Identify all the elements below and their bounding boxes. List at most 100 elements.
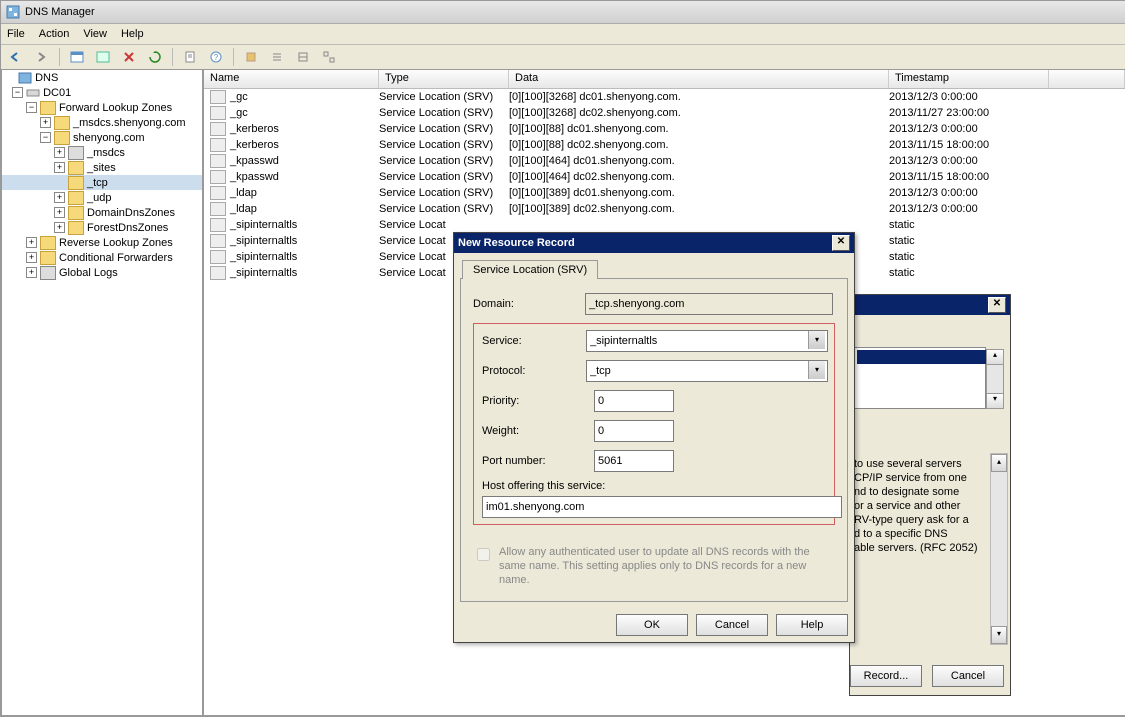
tree-gl[interactable]: +Global Logs bbox=[2, 265, 202, 280]
bg-listbox-scrollbar[interactable]: ▴ ▾ bbox=[986, 349, 1004, 409]
help-icon[interactable]: ? bbox=[205, 46, 227, 68]
chevron-down-icon[interactable]: ▾ bbox=[808, 331, 825, 349]
tree-sites[interactable]: +_sites bbox=[2, 160, 202, 175]
record-icon bbox=[210, 90, 226, 104]
weight-field[interactable] bbox=[594, 420, 674, 442]
bg-listbox[interactable] bbox=[854, 347, 986, 409]
ok-button[interactable]: OK bbox=[616, 614, 688, 636]
back-button[interactable] bbox=[5, 46, 27, 68]
table-row[interactable]: _sipinternaltlsService Locatstatic bbox=[204, 217, 1125, 233]
cell-name: _gc bbox=[230, 107, 248, 119]
record-icon bbox=[210, 138, 226, 152]
table-row[interactable]: _ldapService Location (SRV)[0][100][389]… bbox=[204, 201, 1125, 217]
close-icon[interactable]: ✕ bbox=[832, 235, 850, 251]
cell-name: _kerberos bbox=[230, 123, 279, 135]
properties-icon[interactable] bbox=[179, 46, 201, 68]
service-field[interactable] bbox=[586, 330, 828, 352]
help-button[interactable]: Help bbox=[776, 614, 848, 636]
dialog-title: New Resource Record bbox=[458, 237, 575, 249]
new-window-icon[interactable] bbox=[66, 46, 88, 68]
cell-timestamp: 2013/12/3 0:00:00 bbox=[889, 203, 1049, 215]
tree-msdcs[interactable]: +_msdcs bbox=[2, 145, 202, 160]
menubar: File Action View Help bbox=[1, 24, 1125, 45]
menu-help[interactable]: Help bbox=[121, 28, 144, 40]
tree-root-dns[interactable]: DNS bbox=[2, 70, 202, 85]
host-field[interactable] bbox=[482, 496, 842, 518]
titlebar: DNS Manager bbox=[1, 1, 1125, 24]
forward-button[interactable] bbox=[31, 46, 53, 68]
refresh-icon[interactable] bbox=[144, 46, 166, 68]
bg-dialog-titlebar: ✕ bbox=[850, 295, 1010, 315]
tree-tcp[interactable]: _tcp bbox=[2, 175, 202, 190]
dialog-titlebar[interactable]: New Resource Record ✕ bbox=[454, 233, 854, 253]
menu-file[interactable]: File bbox=[7, 28, 25, 40]
col-name[interactable]: Name bbox=[204, 70, 379, 88]
col-data[interactable]: Data bbox=[509, 70, 889, 88]
cell-name: _gc bbox=[230, 91, 248, 103]
record-icon bbox=[210, 186, 226, 200]
priority-field[interactable] bbox=[594, 390, 674, 412]
bg-desc-scrollbar[interactable]: ▴ ▾ bbox=[990, 453, 1008, 645]
close-icon[interactable]: ✕ bbox=[988, 297, 1006, 313]
record-icon bbox=[210, 154, 226, 168]
tree-server[interactable]: − DC01 bbox=[2, 85, 202, 100]
bg-selected-row[interactable] bbox=[857, 350, 987, 364]
service-combo[interactable]: ▾ bbox=[586, 330, 826, 352]
cell-type: Service Location (SRV) bbox=[379, 203, 509, 215]
record-type-dialog: ✕ ▴ ▾ to use several servers CP/IP servi… bbox=[849, 294, 1011, 696]
scroll-up-icon[interactable]: ▴ bbox=[987, 350, 1003, 365]
label-service: Service: bbox=[482, 335, 586, 347]
col-timestamp[interactable]: Timestamp bbox=[889, 70, 1049, 88]
table-row[interactable]: _kerberosService Location (SRV)[0][100][… bbox=[204, 121, 1125, 137]
cancel-button[interactable]: Cancel bbox=[696, 614, 768, 636]
record-icon bbox=[210, 250, 226, 264]
protocol-combo[interactable]: ▾ bbox=[586, 360, 826, 382]
list-header[interactable]: Name Type Data Timestamp bbox=[204, 70, 1125, 89]
console-tree-icon[interactable] bbox=[92, 46, 114, 68]
create-record-button[interactable]: Record... bbox=[850, 665, 922, 687]
tree-domaindnszones[interactable]: +DomainDnsZones bbox=[2, 205, 202, 220]
cell-data: [0][100][3268] dc02.shenyong.com. bbox=[509, 107, 889, 119]
tree-zone[interactable]: −shenyong.com bbox=[2, 130, 202, 145]
table-row[interactable]: _gcService Location (SRV)[0][100][3268] … bbox=[204, 89, 1125, 105]
label-host: Host offering this service: bbox=[482, 480, 826, 492]
protocol-field[interactable] bbox=[586, 360, 828, 382]
filter-icon[interactable] bbox=[240, 46, 262, 68]
cell-name: _ldap bbox=[230, 203, 257, 215]
allow-update-text: Allow any authenticated user to update a… bbox=[499, 545, 835, 587]
tree-msdcs-zone[interactable]: +_msdcs.shenyong.com bbox=[2, 115, 202, 130]
col-spacer bbox=[1049, 70, 1125, 88]
tree-cf[interactable]: +Conditional Forwarders bbox=[2, 250, 202, 265]
scroll-up-icon[interactable]: ▴ bbox=[991, 454, 1007, 472]
col-type[interactable]: Type bbox=[379, 70, 509, 88]
tree-forestdnszones[interactable]: +ForestDnsZones bbox=[2, 220, 202, 235]
menu-action[interactable]: Action bbox=[39, 28, 70, 40]
tree-udp[interactable]: +_udp bbox=[2, 190, 202, 205]
tree-flz[interactable]: −Forward Lookup Zones bbox=[2, 100, 202, 115]
table-row[interactable]: _kpasswdService Location (SRV)[0][100][4… bbox=[204, 169, 1125, 185]
bg-cancel-button[interactable]: Cancel bbox=[932, 665, 1004, 687]
list-icon[interactable] bbox=[266, 46, 288, 68]
table-row[interactable]: _kerberosService Location (SRV)[0][100][… bbox=[204, 137, 1125, 153]
tab-srv[interactable]: Service Location (SRV) bbox=[462, 260, 598, 279]
cell-type: Service Locat bbox=[379, 219, 509, 231]
menu-view[interactable]: View bbox=[83, 28, 107, 40]
chevron-down-icon[interactable]: ▾ bbox=[808, 361, 825, 379]
toolbar: ? bbox=[1, 45, 1125, 70]
scroll-down-icon[interactable]: ▾ bbox=[991, 626, 1007, 644]
cell-timestamp: 2013/11/15 18:00:00 bbox=[889, 139, 1049, 151]
table-row[interactable]: _ldapService Location (SRV)[0][100][389]… bbox=[204, 185, 1125, 201]
row-service: Service: ▾ bbox=[482, 330, 826, 352]
delete-icon[interactable] bbox=[118, 46, 140, 68]
row-weight: Weight: bbox=[482, 420, 826, 442]
scope-tree[interactable]: DNS − DC01 −Forward Lookup Zones +_msdcs… bbox=[1, 69, 203, 716]
cell-data: [0][100][389] dc01.shenyong.com. bbox=[509, 187, 889, 199]
tree-rlz[interactable]: +Reverse Lookup Zones bbox=[2, 235, 202, 250]
svg-text:?: ? bbox=[214, 53, 219, 62]
table-row[interactable]: _kpasswdService Location (SRV)[0][100][4… bbox=[204, 153, 1125, 169]
arrange-icon[interactable] bbox=[318, 46, 340, 68]
table-row[interactable]: _gcService Location (SRV)[0][100][3268] … bbox=[204, 105, 1125, 121]
detail-icon[interactable] bbox=[292, 46, 314, 68]
scroll-down-icon[interactable]: ▾ bbox=[987, 393, 1003, 408]
port-field[interactable] bbox=[594, 450, 674, 472]
